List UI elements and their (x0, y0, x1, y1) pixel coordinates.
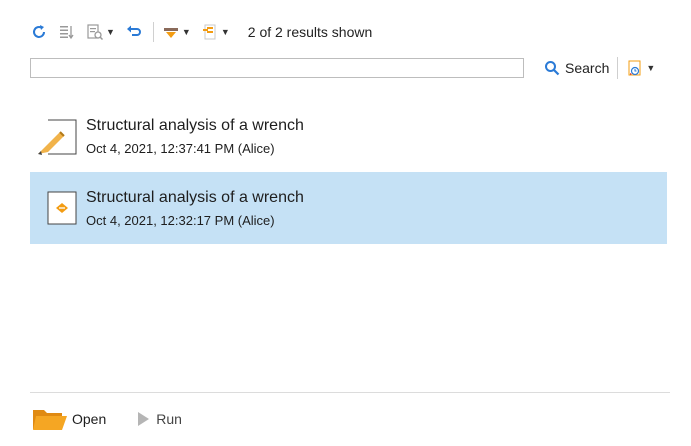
model-icon (47, 191, 77, 225)
refresh-button[interactable] (30, 23, 48, 41)
sort-icon (60, 26, 74, 40)
insert-icon (163, 28, 178, 38)
insert-button[interactable]: ▼ (162, 23, 191, 41)
filter-icon (87, 24, 104, 41)
run-button[interactable]: Run (134, 410, 182, 428)
undo-button[interactable] (125, 23, 143, 41)
list-item-subtitle: Oct 4, 2021, 12:37:41 PM (Alice) (86, 140, 275, 156)
footer-actions: Open Run (32, 406, 210, 432)
chevron-down-icon: ▼ (181, 27, 191, 37)
folder-icon (33, 410, 67, 430)
open-button-label: Open (72, 411, 107, 427)
run-button-label: Run (156, 411, 182, 427)
filter-button[interactable]: ▼ (86, 23, 115, 41)
list-options-button[interactable]: ▼ (201, 23, 230, 41)
refresh-icon (33, 25, 45, 38)
list-options-icon (202, 24, 216, 40)
search-button[interactable]: Search (544, 60, 609, 76)
history-icon (628, 60, 641, 76)
chevron-down-icon: ▼ (220, 27, 230, 37)
search-input[interactable] (30, 58, 524, 78)
list-item[interactable]: Structural analysis of a wrench Oct 4, 2… (30, 172, 667, 244)
search-icon (545, 61, 560, 76)
search-row: Search ▼ (30, 56, 670, 80)
list-item-title: Structural analysis of a wrench (86, 188, 304, 206)
results-list: Structural analysis of a wrench Oct 4, 2… (30, 100, 667, 244)
search-separator (617, 57, 619, 79)
recent-searches-button[interactable]: ▼ (626, 59, 655, 77)
pencil-icon (38, 119, 77, 155)
list-item-subtitle: Oct 4, 2021, 12:32:17 PM (Alice) (86, 212, 275, 228)
footer-divider (30, 392, 670, 393)
chevron-down-icon: ▼ (646, 63, 656, 73)
list-item-text: Structural analysis of a wrench Oct 4, 2… (86, 117, 304, 156)
model-thumbnail (36, 114, 80, 158)
play-icon (138, 412, 150, 426)
model-thumbnail (36, 186, 80, 230)
list-item-title: Structural analysis of a wrench (86, 116, 304, 134)
toolbar-separator (152, 22, 154, 42)
chevron-down-icon: ▼ (106, 27, 115, 37)
open-button[interactable]: Open (32, 406, 106, 432)
list-item[interactable]: Structural analysis of a wrench Oct 4, 2… (30, 100, 667, 172)
results-count: 2 of 2 results shown (247, 24, 373, 40)
undo-icon (126, 25, 141, 36)
list-item-text: Structural analysis of a wrench Oct 4, 2… (86, 189, 304, 228)
search-button-label: Search (565, 60, 610, 76)
toolbar: ▼ ▼ ▼ 2 of 2 results shown (30, 20, 372, 44)
sort-button[interactable] (58, 23, 76, 41)
